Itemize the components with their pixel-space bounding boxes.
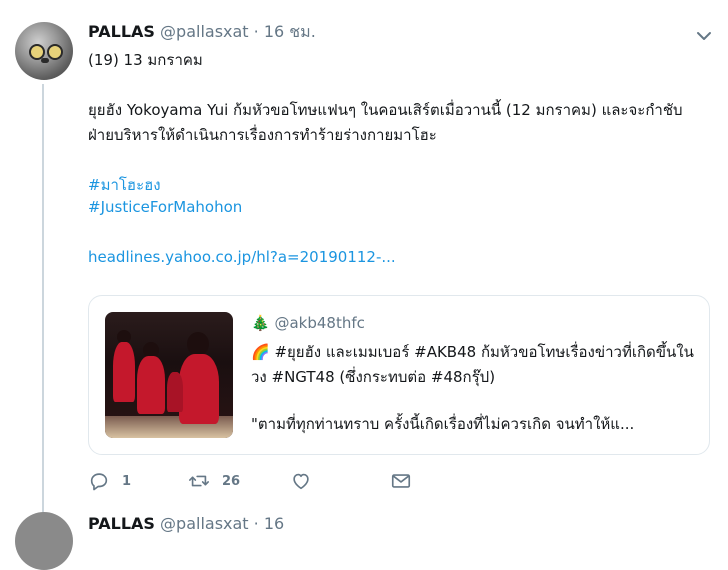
display-name[interactable]: PALLAS <box>88 22 155 41</box>
external-url-link[interactable]: headlines.yahoo.co.jp/hl?a=20190112-... <box>88 248 396 266</box>
quoted-tweet-header: 🎄 @akb48thfc <box>251 314 365 332</box>
quoted-user-handle[interactable]: @akb48thfc <box>274 314 364 332</box>
figure <box>167 372 183 412</box>
figure <box>179 354 219 424</box>
tweet-header: PALLAS @pallasxat · 16 ชม. <box>88 22 316 42</box>
next-tweet-header: PALLAS @pallasxat · 16 <box>88 514 284 533</box>
retweet-count: 26 <box>222 473 241 489</box>
reply-button[interactable]: 1 <box>88 470 131 492</box>
reply-count: 1 <box>122 473 132 489</box>
tree-emoji-icon: 🎄 <box>251 314 270 332</box>
chevron-down-icon[interactable] <box>696 28 712 44</box>
tweet-actions: 1 26 <box>88 470 488 496</box>
figure <box>137 356 165 414</box>
retweet-icon <box>189 475 209 487</box>
avatar-nose <box>41 58 49 63</box>
figure-head <box>187 332 209 356</box>
figure <box>113 342 135 402</box>
next-user-handle[interactable]: @pallasxat · 16 <box>160 514 284 533</box>
avatar-eye-right <box>47 44 63 60</box>
next-tweet-avatar[interactable] <box>15 512 73 570</box>
thread-connector-line <box>42 84 44 523</box>
tweet-body: ยุยฮัง Yokoyama Yui ก้มหัวขอโทษแฟนๆ ในคอ… <box>88 101 683 144</box>
separator-dot: · <box>253 22 259 41</box>
like-icon <box>293 473 309 490</box>
quoted-tweet-image[interactable] <box>105 312 233 438</box>
hashtag-link[interactable]: #JusticeForMahohon <box>88 198 242 216</box>
retweet-button[interactable]: 26 <box>188 470 240 492</box>
tweet-subline: (19) 13 มกราคม <box>88 51 203 69</box>
direct-message-button[interactable] <box>390 470 412 492</box>
direct-message-icon <box>391 474 411 488</box>
like-button[interactable] <box>290 470 324 492</box>
next-display-name[interactable]: PALLAS <box>88 514 155 533</box>
hashtag-link[interactable]: #มาโฮะฮง <box>88 173 161 197</box>
quoted-tweet-text: 🌈 #ยุยฮัง และเมมเบอร์ #AKB48 ก้มหัวขอโทษ… <box>251 343 694 386</box>
quoted-tweet-quote: "ตามที่ทุกท่านทราบ ครั้งนี้เกิดเรื่องที่… <box>251 415 635 433</box>
user-handle[interactable]: @pallasxat <box>160 22 249 41</box>
tweet-timestamp[interactable]: 16 ชม. <box>264 22 316 41</box>
avatar[interactable] <box>15 22 73 80</box>
reply-icon <box>90 473 108 491</box>
quoted-tweet-card[interactable]: 🎄 @akb48thfc 🌈 #ยุยฮัง และเมมเบอร์ #AKB4… <box>88 295 710 455</box>
